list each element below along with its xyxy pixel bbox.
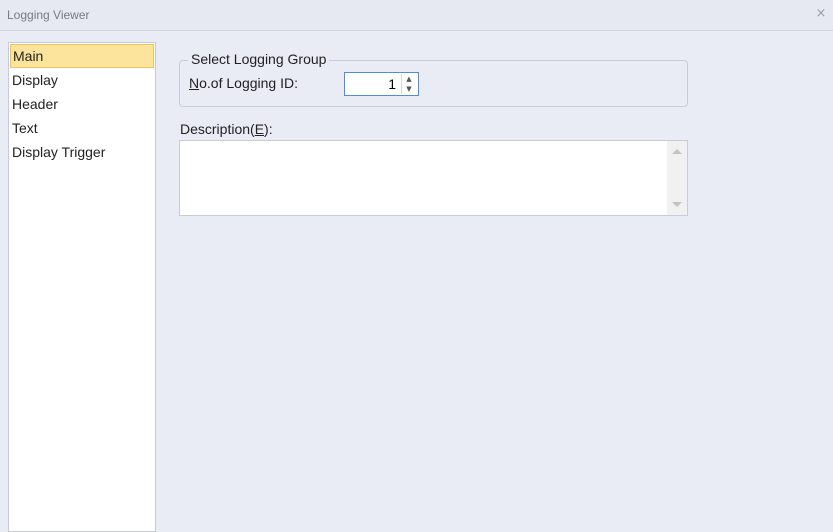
title-bar: Logging Viewer × (0, 0, 833, 31)
description-scrollbar[interactable] (667, 141, 687, 215)
logging-id-label: No.of Logging ID: (189, 75, 298, 91)
logging-id-stepper[interactable]: ▲ ▼ (344, 72, 419, 96)
description-box (179, 140, 688, 216)
sidebar-item-header[interactable]: Header (9, 92, 155, 116)
description-textarea[interactable] (180, 141, 665, 215)
spin-down-icon[interactable]: ▼ (402, 84, 416, 94)
spin-up-icon[interactable]: ▲ (402, 74, 416, 84)
window-title: Logging Viewer (7, 8, 90, 22)
stepper-buttons: ▲ ▼ (401, 74, 416, 94)
logging-id-input[interactable] (345, 73, 399, 95)
description-label: Description(E): (180, 121, 273, 137)
scroll-down-icon[interactable] (672, 202, 682, 207)
sidebar-item-main[interactable]: Main (10, 44, 154, 68)
sidebar: Main Display Header Text Display Trigger (8, 42, 156, 532)
sidebar-item-display-trigger[interactable]: Display Trigger (9, 140, 155, 164)
scroll-up-icon[interactable] (672, 149, 682, 154)
logging-id-mnemonic: N (189, 75, 200, 91)
logging-group-title: Select Logging Group (188, 51, 330, 67)
close-icon[interactable]: × (813, 6, 829, 22)
description-mnemonic: E (254, 121, 265, 137)
description-label-suffix: ): (264, 121, 273, 137)
logging-group-box: Select Logging Group No.of Logging ID: ▲… (179, 51, 688, 107)
sidebar-item-text[interactable]: Text (9, 116, 155, 140)
logging-id-label-text: o.of Logging ID: (199, 75, 298, 91)
sidebar-item-display[interactable]: Display (9, 68, 155, 92)
description-label-prefix: Description( (180, 121, 255, 137)
